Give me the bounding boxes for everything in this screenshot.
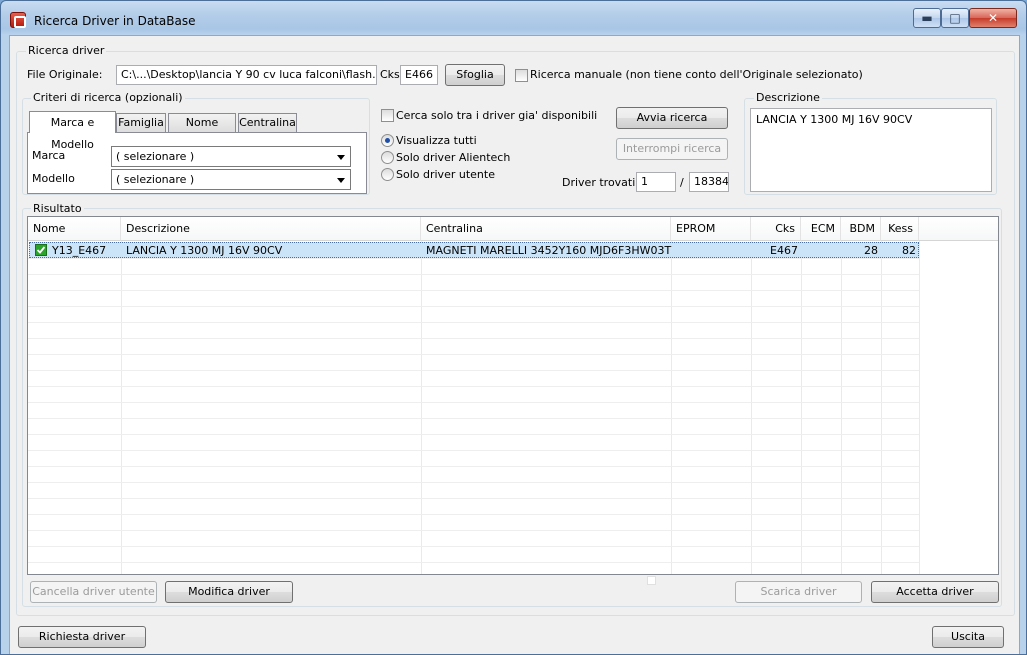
- column-header-kess[interactable]: Kess: [881, 217, 919, 241]
- row-line: [28, 386, 919, 387]
- search-group-label: Ricerca driver: [26, 44, 107, 57]
- column-header-centralina[interactable]: Centralina: [421, 217, 671, 241]
- tab-centralina[interactable]: Centralina: [238, 113, 297, 133]
- cks-label: Cks: [380, 68, 400, 81]
- radio-alientech[interactable]: [381, 151, 394, 164]
- row-line: [28, 514, 919, 515]
- app-icon: [10, 12, 26, 28]
- marca-dropdown-value: ( selezionare ): [116, 150, 195, 163]
- modello-dropdown-value: ( selezionare ): [116, 173, 195, 186]
- found-separator: /: [680, 176, 684, 189]
- row-line: [28, 338, 919, 339]
- modello-label: Modello: [32, 172, 75, 185]
- tab-nome-driver[interactable]: Nome driver: [168, 113, 236, 147]
- found-total-field: 18384: [689, 172, 729, 192]
- modello-dropdown[interactable]: ( selezionare ): [111, 169, 351, 190]
- row-line: [28, 450, 919, 451]
- radio-user-label: Solo driver utente: [396, 168, 495, 181]
- row-line: [28, 274, 919, 275]
- title-bar[interactable]: Ricerca Driver in DataBase ▬ □ ✕: [1, 1, 1026, 35]
- only-available-label: Cerca solo tra i driver gia' disponibili: [396, 109, 598, 122]
- column-header-bdm[interactable]: BDM: [841, 217, 881, 241]
- marca-dropdown[interactable]: ( selezionare ): [111, 146, 351, 167]
- delete-user-driver-button[interactable]: Cancella driver utente: [30, 581, 157, 603]
- radio-alientech-label: Solo driver Alientech: [396, 151, 511, 164]
- file-path-field[interactable]: C:\...\Desktop\lancia Y 90 cv luca falco…: [116, 65, 377, 85]
- row-line: [28, 306, 919, 307]
- row-line: [28, 482, 919, 483]
- row-line: [28, 530, 919, 531]
- cell-eprom: [672, 243, 752, 259]
- results-group-label: Risultato: [31, 202, 84, 215]
- row-line: [28, 546, 919, 547]
- radio-user[interactable]: [381, 168, 394, 181]
- minimize-button[interactable]: ▬: [913, 8, 941, 28]
- window-title: Ricerca Driver in DataBase: [34, 14, 196, 28]
- resize-handle[interactable]: [647, 576, 656, 585]
- criteria-group-label: Criteri di ricerca (opzionali): [31, 91, 185, 104]
- results-grid[interactable]: Nome Descrizione Centralina EPROM Cks EC…: [27, 216, 999, 575]
- cell-cks: E467: [770, 244, 798, 257]
- check-icon: [35, 244, 47, 256]
- column-header-eprom[interactable]: EPROM: [671, 217, 751, 241]
- criteria-tabs: Marca e Modello Famiglia Nome driver Cen…: [27, 111, 367, 194]
- tab-marca-modello[interactable]: Marca e Modello: [29, 111, 116, 151]
- edit-driver-button[interactable]: Modifica driver: [165, 581, 293, 603]
- row-line: [28, 322, 919, 323]
- cell-descrizione: LANCIA Y 1300 MJ 16V 90CV: [126, 244, 283, 257]
- cell-bdm: 28: [864, 244, 878, 257]
- row-line: [28, 418, 919, 419]
- radio-show-all[interactable]: [381, 134, 394, 147]
- cell-kess: 82: [902, 244, 916, 257]
- row-line: [28, 354, 919, 355]
- app-window: Ricerca Driver in DataBase ▬ □ ✕ Ricerca…: [0, 0, 1027, 655]
- cks-field[interactable]: E466: [400, 65, 438, 85]
- description-group-label: Descrizione: [754, 91, 822, 104]
- maximize-button[interactable]: □: [941, 8, 969, 28]
- cell-nome: Y13_E467: [52, 244, 107, 257]
- start-search-button[interactable]: Avvia ricerca: [616, 107, 728, 129]
- accept-driver-button[interactable]: Accetta driver: [871, 581, 999, 603]
- column-header-nome[interactable]: Nome: [28, 217, 121, 241]
- cell-ecm: [802, 243, 842, 259]
- tab-famiglia[interactable]: Famiglia: [116, 113, 166, 133]
- radio-show-all-label: Visualizza tutti: [396, 134, 477, 147]
- row-line: [28, 434, 919, 435]
- found-count-field: 1: [636, 172, 676, 192]
- stop-search-button[interactable]: Interrompi ricerca: [616, 138, 728, 160]
- column-header-ecm[interactable]: ECM: [801, 217, 841, 241]
- exit-button[interactable]: Uscita: [932, 626, 1004, 648]
- table-row[interactable]: Y13_E467 LANCIA Y 1300 MJ 16V 90CV MAGNE…: [29, 242, 919, 258]
- row-line: [28, 562, 919, 563]
- row-line: [28, 466, 919, 467]
- row-line: [28, 370, 919, 371]
- request-driver-button[interactable]: Richiesta driver: [18, 626, 146, 648]
- manual-search-checkbox[interactable]: [515, 69, 528, 82]
- grid-line: [919, 241, 920, 574]
- chevron-down-icon: [337, 178, 345, 183]
- column-header-filler: [919, 217, 998, 241]
- close-button[interactable]: ✕: [969, 8, 1017, 28]
- row-line: [28, 402, 919, 403]
- only-available-checkbox[interactable]: [381, 109, 394, 122]
- file-label: File Originale:: [27, 68, 103, 81]
- cell-centralina: MAGNETI MARELLI 3452Y160 MJD6F3HW03T: [426, 244, 672, 257]
- chevron-down-icon: [337, 155, 345, 160]
- row-line: [28, 290, 919, 291]
- manual-search-label: Ricerca manuale (non tiene conto dell'Or…: [530, 68, 863, 81]
- row-line: [28, 498, 919, 499]
- client-area: Ricerca driver File Originale: C:\...\De…: [9, 35, 1020, 654]
- download-driver-button[interactable]: Scarica driver: [735, 581, 862, 603]
- column-header-descrizione[interactable]: Descrizione: [121, 217, 421, 241]
- found-label: Driver trovati:: [562, 176, 639, 189]
- browse-button[interactable]: Sfoglia: [445, 64, 505, 86]
- column-header-cks[interactable]: Cks: [751, 217, 801, 241]
- description-textarea[interactable]: LANCIA Y 1300 MJ 16V 90CV: [750, 108, 992, 192]
